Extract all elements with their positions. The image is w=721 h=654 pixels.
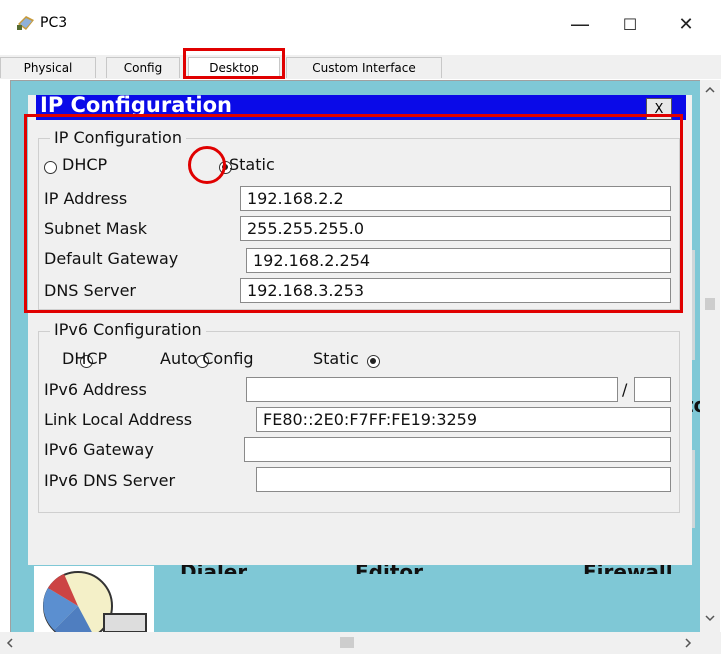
vertical-scroll-thumb[interactable] <box>705 298 715 310</box>
scroll-up-icon[interactable] <box>704 84 716 96</box>
desktop-tab-highlight <box>183 48 285 79</box>
ipv6-dhcp-label: DHCP <box>62 349 108 368</box>
ipv6-prefix-field[interactable] <box>634 377 671 402</box>
minimize-button[interactable]: — <box>558 8 602 40</box>
scroll-left-icon[interactable] <box>4 637 16 649</box>
pc-icon <box>17 16 34 30</box>
window-title: PC3 <box>40 15 68 31</box>
link-local-address-field[interactable]: FE80::2E0:F7FF:FE19:3259 <box>256 407 671 432</box>
ipv6-gateway-label: IPv6 Gateway <box>44 440 154 459</box>
horizontal-scrollbar[interactable] <box>0 632 721 654</box>
ipv6-dns-server-label: IPv6 DNS Server <box>44 471 176 490</box>
ipv6-gateway-field[interactable] <box>244 437 671 462</box>
link-local-address-label: Link Local Address <box>44 410 193 429</box>
ipv6-dns-server-field[interactable] <box>256 467 671 492</box>
scroll-right-icon[interactable] <box>682 637 694 649</box>
ipv6-address-label: IPv6 Address <box>44 380 147 399</box>
scroll-down-icon[interactable] <box>704 612 716 624</box>
prefix-separator: / <box>622 380 628 399</box>
tab-config[interactable]: Config <box>106 57 180 78</box>
tab-physical[interactable]: Physical <box>0 57 96 78</box>
app-icon-background <box>34 566 154 632</box>
ipv6-address-field[interactable] <box>246 377 618 402</box>
maximize-button[interactable]: ☐ <box>608 8 652 40</box>
tab-custom-interface[interactable]: Custom Interface <box>286 57 442 78</box>
ipv6-auto-config-label: Auto Config <box>160 349 254 368</box>
vertical-scrollbar[interactable] <box>700 80 720 632</box>
ipv6-static-label: Static <box>313 349 359 368</box>
ipv6-group-label: IPv6 Configuration <box>50 320 206 339</box>
ipv4-section-highlight <box>24 114 683 313</box>
horizontal-scroll-thumb[interactable] <box>340 637 354 648</box>
close-button[interactable]: ✕ <box>664 8 708 40</box>
